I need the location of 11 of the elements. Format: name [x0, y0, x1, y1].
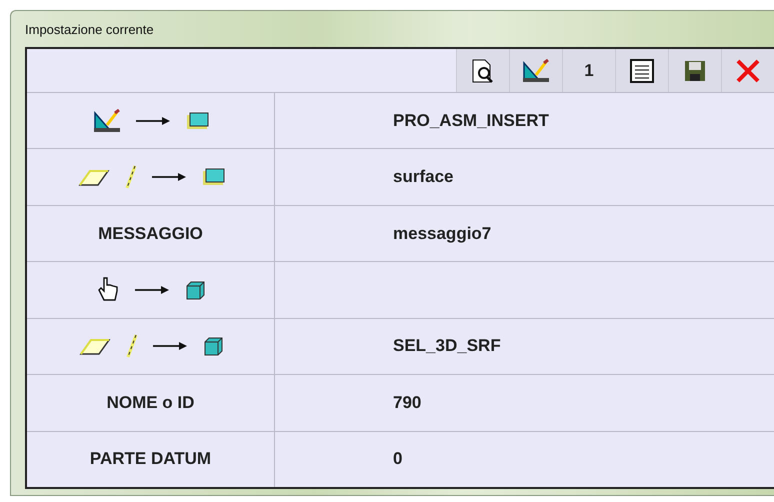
- window-title: Impostazione corrente: [25, 20, 155, 39]
- field-value: 0: [393, 449, 402, 470]
- field-value: PRO_ASM_INSERT: [393, 110, 549, 131]
- field-value: 790: [393, 392, 422, 413]
- number-button[interactable]: 1: [562, 49, 615, 92]
- field-value: SEL_3D_SRF: [393, 336, 501, 356]
- field-value: messaggio7: [393, 224, 492, 244]
- field-value: surface: [393, 167, 454, 188]
- field-label: MESSAGGIO: [98, 224, 203, 244]
- field-label: NOME o ID: [106, 392, 194, 413]
- field-label: PARTE DATUM: [90, 449, 212, 470]
